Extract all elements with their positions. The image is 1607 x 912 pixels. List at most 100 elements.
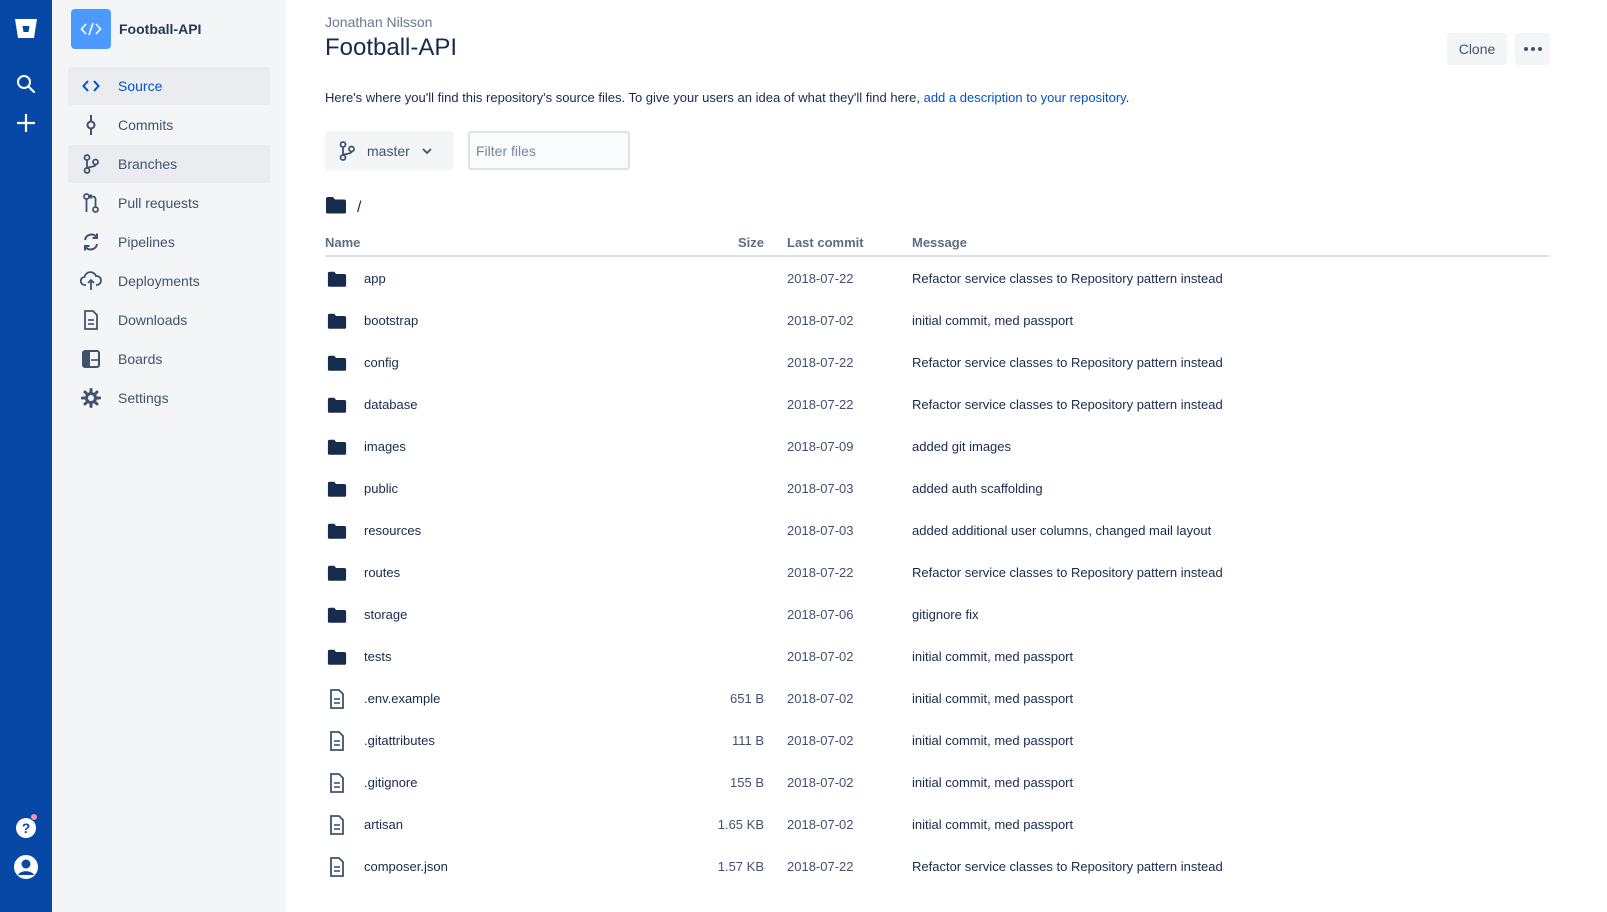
branch-icon	[339, 140, 357, 161]
file-icon	[327, 857, 347, 877]
table-row[interactable]: tests 2018-07-02 initial commit, med passp…	[325, 636, 1550, 678]
table-row[interactable]: .gitattributes 111 B 2018-07-02 initial com…	[325, 720, 1550, 762]
last-commit-date: 2018-07-03	[787, 523, 854, 538]
bitbucket-logo-icon[interactable]	[0, 11, 52, 47]
file-name-link[interactable]: public	[364, 481, 398, 496]
table-row[interactable]: public 2018-07-03 added auth scaffolding	[325, 468, 1550, 510]
last-commit-date: 2018-07-03	[787, 481, 854, 496]
table-row[interactable]: .gitignore 155 B 2018-07-02 initial commit,…	[325, 762, 1550, 804]
commit-message: initial commit, med passport	[912, 649, 1074, 664]
column-header-name[interactable]: Name	[325, 235, 360, 250]
file-name-link[interactable]: app	[364, 271, 386, 286]
sidebar-item-deployments[interactable]: Deployments	[68, 262, 270, 300]
file-name-link[interactable]: .env.example	[364, 691, 440, 706]
file-size: 155 B	[730, 775, 764, 790]
folder-icon	[327, 563, 347, 583]
file-size: 651 B	[730, 691, 764, 706]
profile-avatar-icon[interactable]	[0, 849, 52, 885]
description-suffix: .	[1125, 90, 1130, 105]
file-name-link[interactable]: artisan	[364, 817, 403, 832]
table-row[interactable]: routes 2018-07-22 Refactor service classes…	[325, 552, 1550, 594]
filter-files-input[interactable]	[468, 131, 630, 170]
boards-icon	[79, 347, 103, 371]
table-row[interactable]: images 2018-07-09 added git images	[325, 426, 1550, 468]
file-name-link[interactable]: storage	[364, 607, 407, 622]
help-icon[interactable]: ?	[0, 810, 52, 846]
file-size: 111 B	[731, 733, 764, 748]
last-commit-date: 2018-07-02	[787, 649, 854, 664]
branch-icon	[79, 152, 103, 176]
create-plus-icon[interactable]	[0, 105, 52, 141]
add-description-link[interactable]: add a description to your repository	[924, 90, 1126, 105]
commit-message: added auth scaffolding	[912, 481, 1043, 496]
path-root[interactable]: /	[357, 199, 361, 217]
sidebar-item-branches[interactable]: Branches	[68, 145, 270, 183]
repo-description: Here's where you'll find this repository…	[325, 90, 1129, 105]
sidebar-item-boards[interactable]: Boards	[68, 340, 270, 378]
last-commit-date: 2018-07-22	[787, 859, 854, 874]
sidebar-item-settings[interactable]: Settings	[68, 379, 270, 417]
sidebar-item-label: Pull requests	[118, 195, 199, 211]
column-header-size[interactable]: Size	[738, 235, 764, 250]
chevron-down-icon	[422, 147, 432, 154]
file-name-link[interactable]: tests	[364, 649, 391, 664]
commit-message: Refactor service classes to Repository p…	[912, 859, 1223, 874]
sidebar-item-pipelines[interactable]: Pipelines	[68, 223, 270, 261]
file-name-link[interactable]: routes	[364, 565, 400, 580]
sidebar-item-pull-requests[interactable]: Pull requests	[68, 184, 270, 222]
table-row[interactable]: artisan 1.65 KB 2018-07-02 initial commit, …	[325, 804, 1550, 846]
folder-icon	[325, 196, 347, 219]
column-header-last-commit[interactable]: Last commit	[787, 235, 864, 250]
repo-header[interactable]: Football-API	[71, 9, 201, 49]
description-text: Here's where you'll find this repository…	[325, 90, 924, 105]
commit-message: added git images	[912, 439, 1012, 454]
table-row[interactable]: config 2018-07-22 Refactor service classes…	[325, 342, 1550, 384]
table-row[interactable]: bootstrap 2018-07-02 initial commit, med p…	[325, 300, 1550, 342]
file-size: 1.57 KB	[717, 859, 764, 874]
commit-message: initial commit, med passport	[912, 691, 1074, 706]
sidebar-item-label: Boards	[118, 351, 163, 367]
sidebar-item-downloads[interactable]: Downloads	[68, 301, 270, 339]
file-name-link[interactable]: .gitattributes	[364, 733, 435, 748]
breadcrumb-owner[interactable]: Jonathan Nilsson	[325, 14, 432, 30]
notification-dot	[30, 813, 38, 821]
column-header-message[interactable]: Message	[912, 235, 967, 250]
gear-icon	[79, 386, 103, 410]
table-row[interactable]: resources 2018-07-03 added additional user…	[325, 510, 1550, 552]
file-name-link[interactable]: database	[364, 397, 418, 412]
breadcrumb: /	[325, 196, 361, 219]
file-name-link[interactable]: .gitignore	[364, 775, 417, 790]
branch-name: master	[367, 142, 410, 159]
branch-selector[interactable]: master	[325, 131, 453, 170]
table-row[interactable]: app 2018-07-22 Refactor service classes to…	[325, 258, 1550, 300]
file-name-link[interactable]: composer.json	[364, 859, 448, 874]
file-name-link[interactable]: config	[364, 355, 399, 370]
sidebar-item-label: Source	[118, 78, 163, 94]
table-row[interactable]: composer.json 1.57 KB 2018-07-22 Refactor s…	[325, 846, 1550, 888]
commit-message: added additional user columns, changed m…	[912, 523, 1212, 538]
commit-message: Refactor service classes to Repository p…	[912, 271, 1223, 286]
table-row[interactable]: .env.example 651 B 2018-07-02 initial commi…	[325, 678, 1550, 720]
last-commit-date: 2018-07-22	[787, 355, 854, 370]
sidebar-item-label: Deployments	[118, 273, 200, 289]
file-name-link[interactable]: resources	[364, 523, 421, 538]
last-commit-date: 2018-07-02	[787, 313, 854, 328]
file-name-link[interactable]: bootstrap	[364, 313, 418, 328]
sidebar-item-label: Branches	[118, 156, 178, 172]
folder-icon	[327, 269, 347, 289]
last-commit-date: 2018-07-02	[787, 733, 854, 748]
sidebar-item-label: Settings	[118, 390, 169, 406]
clone-button[interactable]: Clone	[1447, 33, 1507, 65]
sidebar-item-commits[interactable]: Commits	[68, 106, 270, 144]
more-actions-button[interactable]	[1515, 33, 1550, 65]
commit-message: initial commit, med passport	[912, 775, 1074, 790]
commit-message: Refactor service classes to Repository p…	[912, 397, 1223, 412]
table-row[interactable]: database 2018-07-22 Refactor service class…	[325, 384, 1550, 426]
table-row[interactable]: storage 2018-07-06 gitignore fix	[325, 594, 1550, 636]
last-commit-date: 2018-07-09	[787, 439, 854, 454]
commit-message: Refactor service classes to Repository p…	[912, 565, 1223, 580]
commit-message: Refactor service classes to Repository p…	[912, 355, 1223, 370]
file-name-link[interactable]: images	[364, 439, 406, 454]
sidebar-item-source[interactable]: Source	[68, 67, 270, 105]
search-icon[interactable]	[0, 66, 52, 102]
